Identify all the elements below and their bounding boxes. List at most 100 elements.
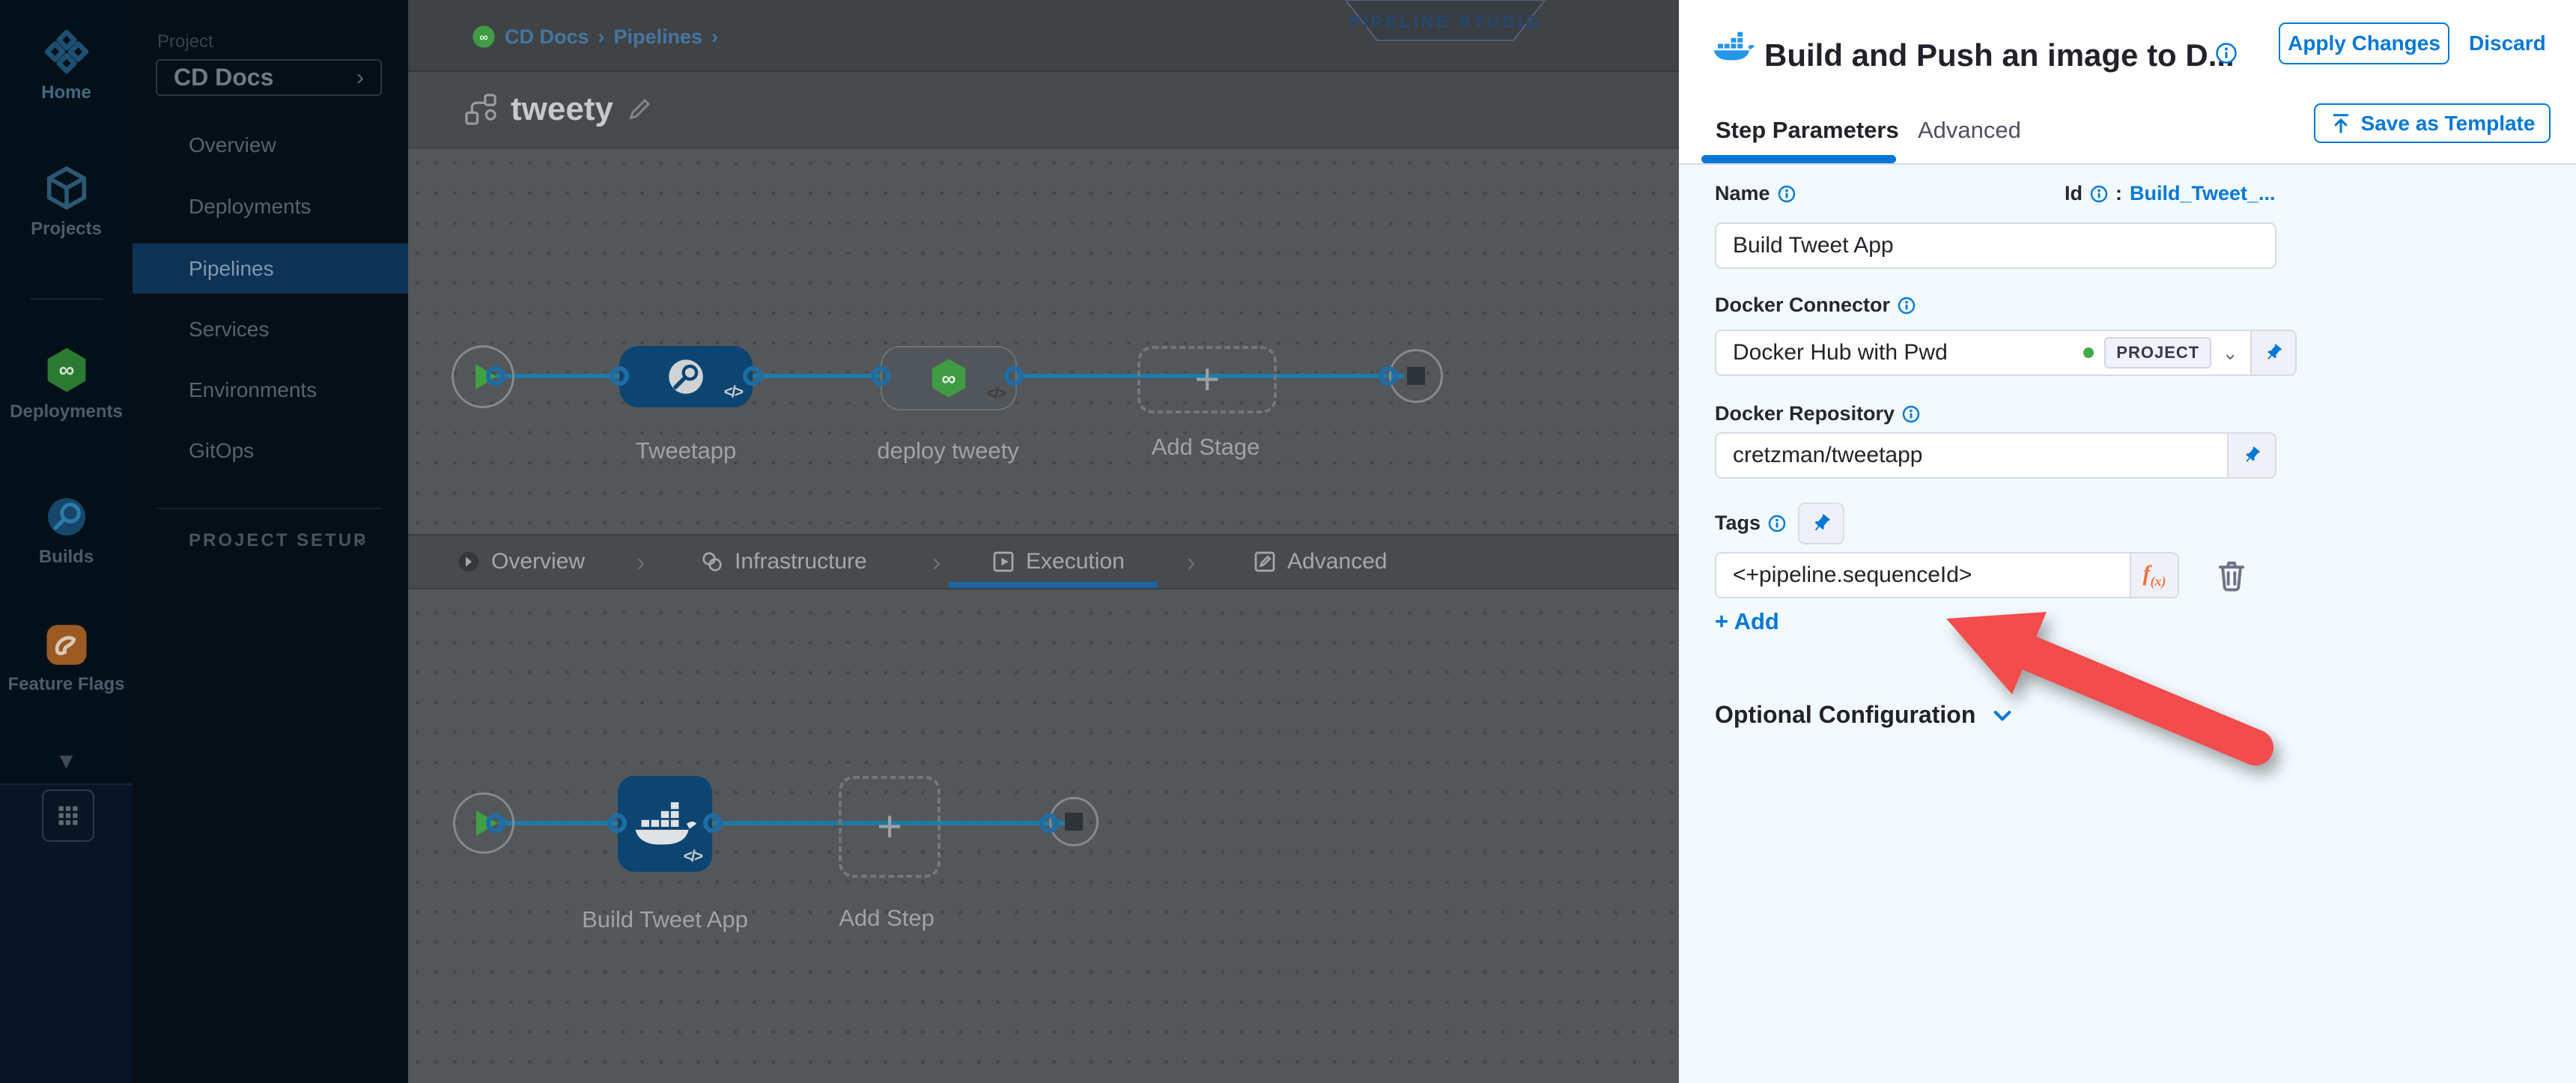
harness-cd-icon: ∞ xyxy=(472,25,496,49)
chevron-separator-icon: › xyxy=(932,548,941,577)
step-title: Build and Push an image to D... xyxy=(1764,37,2235,73)
project-nav-panel: Project CD Docs › Overview Deployments P… xyxy=(133,0,408,1083)
sidebar-item-label: Pipelines xyxy=(189,257,274,281)
save-as-template-button[interactable]: Save as Template xyxy=(2314,103,2551,143)
pipeline-title-bar: tweety VISUAL YAML xyxy=(408,72,1679,149)
svg-text:∞: ∞ xyxy=(941,367,956,389)
rail-item-builds[interactable]: Builds xyxy=(0,494,133,568)
rail-item-home[interactable]: Home xyxy=(0,28,133,103)
rail-label: Builds xyxy=(39,547,94,568)
docker-repository-input[interactable] xyxy=(1716,443,2227,468)
rail-label: Projects xyxy=(31,219,102,240)
name-field-label: Name xyxy=(1715,182,1796,205)
tab-label: Infrastructure xyxy=(735,549,867,574)
chevron-down-icon[interactable]: ⌄ xyxy=(2222,342,2238,365)
tab-execution[interactable]: Execution xyxy=(991,536,1125,588)
sidebar-item-environments[interactable]: Environments xyxy=(189,378,317,402)
plus-icon: + xyxy=(877,805,902,849)
sidebar-item-gitops[interactable]: GitOps xyxy=(189,439,254,463)
tab-advanced[interactable]: Advanced xyxy=(1253,536,1387,588)
sidebar-item-deployments[interactable]: Deployments xyxy=(189,195,311,219)
active-tab-underline xyxy=(949,582,1158,588)
rail-item-projects[interactable]: Projects xyxy=(0,165,133,240)
connector-status-dot xyxy=(2083,348,2094,358)
code-glyph: </> xyxy=(684,848,702,866)
tags-pin-button[interactable] xyxy=(1798,503,1844,544)
stage-node-tweetapp[interactable]: </> xyxy=(619,346,753,407)
port xyxy=(1039,813,1059,833)
svg-text:∞: ∞ xyxy=(58,358,74,383)
add-step-button[interactable]: + xyxy=(839,776,941,878)
docker-whale-icon xyxy=(634,800,696,848)
module-grid-button[interactable] xyxy=(42,789,94,842)
breadcrumb-separator: › xyxy=(598,25,605,49)
advanced-tab-icon xyxy=(1253,550,1277,574)
tab-overview[interactable]: Overview xyxy=(457,536,585,588)
overview-tab-icon xyxy=(457,550,481,574)
step-id-link[interactable]: Build_Tweet_... xyxy=(2130,182,2276,205)
connector-pin-segment[interactable] xyxy=(2250,331,2295,374)
pipeline-canvas[interactable]: </> ∞ </> + Tweetapp deploy tweety Add S… xyxy=(408,148,1679,1083)
stage-node-deploy-tweety[interactable]: ∞ </> xyxy=(881,346,1017,410)
project-selector[interactable]: CD Docs › xyxy=(156,59,382,96)
plus-icon: + xyxy=(1194,358,1220,401)
info-icon[interactable] xyxy=(2090,185,2108,203)
tab-step-parameters[interactable]: Step Parameters xyxy=(1716,117,1899,144)
chevron-separator-icon: › xyxy=(1187,548,1195,577)
tab-step-advanced[interactable]: Advanced xyxy=(1918,117,2021,144)
apply-changes-button[interactable]: Apply Changes xyxy=(2279,22,2449,64)
repository-pin-segment[interactable] xyxy=(2227,434,2275,477)
rail-item-deployments[interactable]: ∞ Deployments xyxy=(0,346,133,422)
feature-flags-icon xyxy=(45,623,88,667)
step-id-group: Id : Build_Tweet_... xyxy=(2065,182,2276,205)
project-name: CD Docs xyxy=(174,64,273,91)
execution-tab-icon xyxy=(991,550,1015,574)
pipeline-studio-badge: PIPELINE STUDIO xyxy=(1344,0,1546,42)
rail-label: Deployments xyxy=(10,401,123,422)
discard-button[interactable]: Discard xyxy=(2469,31,2546,55)
info-icon[interactable] xyxy=(1898,297,1916,315)
info-icon[interactable] xyxy=(1768,515,1786,533)
sidebar-item-overview[interactable]: Overview xyxy=(189,133,276,157)
id-label: Id xyxy=(2065,182,2083,205)
name-input[interactable] xyxy=(1716,233,2275,258)
add-stage-button[interactable]: + xyxy=(1137,346,1277,413)
add-tag-link[interactable]: + Add xyxy=(1715,608,1779,635)
chevron-right-icon: › xyxy=(356,65,364,91)
step-label: Add Step xyxy=(839,905,935,932)
docker-connector-input[interactable] xyxy=(1716,340,2083,365)
docker-connector-field[interactable]: PROJECT ⌄ xyxy=(1715,330,2297,376)
project-setup-section[interactable]: PROJECT SETUP xyxy=(189,530,368,551)
rail-collapse-chevron-icon[interactable]: ▼ xyxy=(0,749,133,774)
stage-label: Tweetapp xyxy=(636,437,736,464)
step-node-build-tweet-app[interactable]: </> xyxy=(618,776,712,872)
info-icon[interactable] xyxy=(1902,405,1920,423)
stage-label: Add Stage xyxy=(1152,434,1260,461)
edit-pencil-icon[interactable] xyxy=(627,97,652,122)
pipeline-name: tweety xyxy=(511,91,613,128)
sidebar-item-pipelines[interactable]: Pipelines xyxy=(133,243,408,294)
tab-infrastructure[interactable]: Infrastructure xyxy=(700,536,867,588)
breadcrumb: ∞ CD Docs › Pipelines › xyxy=(472,25,718,49)
rail-item-feature-flags[interactable]: Feature Flags xyxy=(0,623,133,695)
stop-icon xyxy=(1407,367,1425,385)
docker-connector-label: Docker Connector xyxy=(1715,294,1916,317)
chevron-down-icon[interactable]: ⌄ xyxy=(353,527,370,550)
port xyxy=(610,366,629,386)
scope-chip: PROJECT xyxy=(2104,337,2211,368)
projects-cube-icon xyxy=(43,165,90,211)
chevron-separator-icon: › xyxy=(637,548,645,577)
breadcrumb-link-pipelines[interactable]: Pipelines xyxy=(614,25,703,49)
stage-tab-strip: Overview › Infrastructure › Execution › xyxy=(408,534,1679,589)
step-config-drawer: Build and Push an image to D... Apply Ch… xyxy=(1679,0,2576,1083)
breadcrumb-link-project[interactable]: CD Docs xyxy=(505,25,589,49)
sidebar-item-services[interactable]: Services xyxy=(189,318,269,342)
info-icon[interactable] xyxy=(1778,185,1796,203)
tags-label: Tags xyxy=(1715,512,1786,535)
info-icon[interactable] xyxy=(2215,42,2238,64)
ci-stage-icon xyxy=(666,357,705,396)
cd-stage-icon: ∞ xyxy=(928,357,970,399)
port xyxy=(486,813,505,833)
docker-repository-label: Docker Repository xyxy=(1715,402,1920,425)
divider xyxy=(156,508,382,509)
